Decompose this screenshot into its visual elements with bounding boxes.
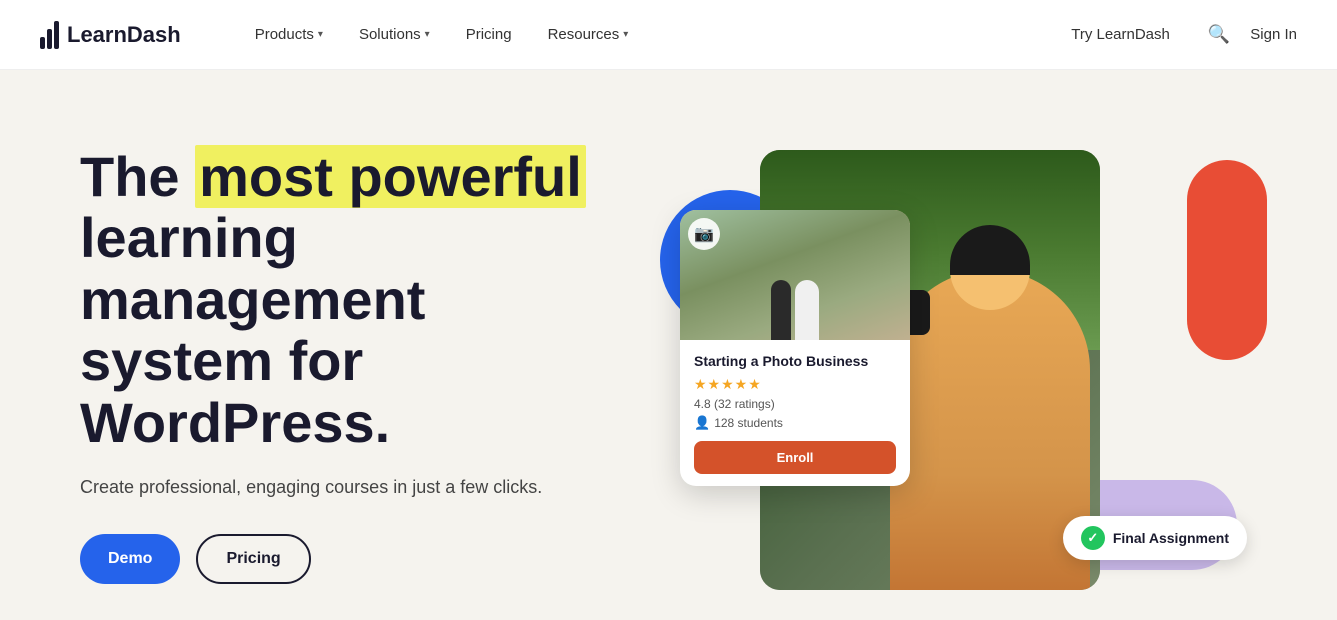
card-stars: ★★★★★: [694, 376, 896, 393]
chevron-down-icon: ▾: [623, 29, 628, 40]
hero-heading: The most powerful learning management sy…: [80, 146, 600, 454]
person-head: [950, 230, 1030, 310]
hero-buttons: Demo Pricing: [80, 534, 600, 584]
bar3: [54, 21, 59, 49]
hero-section: The most powerful learning management sy…: [0, 70, 1337, 620]
search-icon[interactable]: 🔍: [1208, 24, 1230, 45]
nav-products[interactable]: Products ▾: [241, 18, 337, 51]
nav-pricing[interactable]: Pricing: [452, 18, 526, 51]
person-hair: [950, 225, 1030, 275]
chevron-down-icon: ▾: [425, 29, 430, 40]
enroll-button[interactable]: Enroll: [694, 441, 896, 474]
card-logo-icon: 📷: [688, 218, 720, 250]
check-icon: ✓: [1081, 526, 1105, 550]
pricing-button[interactable]: Pricing: [196, 534, 310, 584]
hero-highlight: most powerful: [195, 145, 586, 208]
logo[interactable]: LearnDash: [40, 21, 181, 49]
bride-silhouette: [795, 280, 819, 340]
chevron-down-icon: ▾: [318, 29, 323, 40]
bar1: [40, 37, 45, 49]
card-rating: 4.8 (32 ratings): [694, 397, 896, 411]
bar2: [47, 29, 52, 49]
nav-solutions[interactable]: Solutions ▾: [345, 18, 444, 51]
hero-visual: 📷 Starting a Photo Business ★★★★★ 4.8 (3…: [600, 110, 1297, 620]
card-title: Starting a Photo Business: [694, 352, 896, 370]
course-card: 📷 Starting a Photo Business ★★★★★ 4.8 (3…: [680, 210, 910, 486]
logo-icon: [40, 21, 59, 49]
hero-subtext: Create professional, engaging courses in…: [80, 477, 600, 498]
wedding-couple: [771, 280, 819, 340]
signin-button[interactable]: Sign In: [1250, 26, 1297, 43]
nav-resources[interactable]: Resources ▾: [534, 18, 643, 51]
assignment-badge: ✓ Final Assignment: [1063, 516, 1247, 560]
try-learndash-button[interactable]: Try LearnDash: [1053, 18, 1188, 51]
assignment-label: Final Assignment: [1113, 530, 1229, 546]
red-shape: [1187, 160, 1267, 360]
card-students: 👤 128 students: [694, 415, 896, 431]
groom-silhouette: [771, 280, 791, 340]
person-body: [890, 270, 1090, 590]
demo-button[interactable]: Demo: [80, 534, 180, 584]
hero-content: The most powerful learning management sy…: [80, 146, 600, 585]
card-body: Starting a Photo Business ★★★★★ 4.8 (32 …: [680, 340, 910, 486]
students-icon: 👤: [694, 415, 710, 431]
nav-right: Try LearnDash 🔍 Sign In: [1053, 18, 1297, 51]
nav-links: Products ▾ Solutions ▾ Pricing Resources…: [241, 18, 1054, 51]
navbar: LearnDash Products ▾ Solutions ▾ Pricing…: [0, 0, 1337, 70]
logo-text: LearnDash: [67, 22, 181, 48]
